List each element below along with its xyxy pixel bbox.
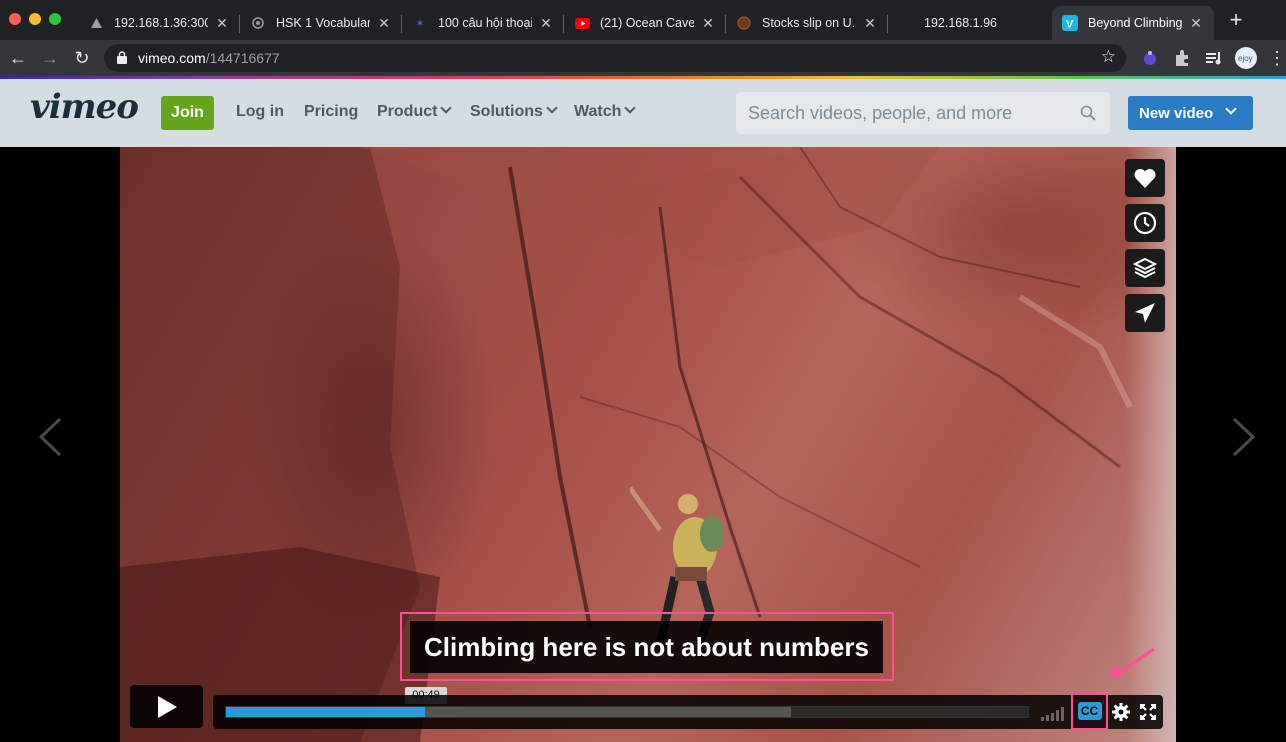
- chevron-down-icon: [440, 102, 453, 114]
- close-icon[interactable]: ✕: [538, 15, 554, 32]
- browser-tab[interactable]: 192.168.1.96 ✕: [888, 6, 1050, 40]
- watch-later-button[interactable]: [1125, 204, 1165, 242]
- chevron-down-icon: [624, 102, 637, 114]
- login-link[interactable]: Log in: [236, 103, 284, 121]
- puzzle-icon[interactable]: [1172, 48, 1192, 68]
- close-icon[interactable]: ✕: [1188, 15, 1204, 32]
- join-button[interactable]: Join: [161, 96, 214, 130]
- triangle-icon: [88, 15, 104, 31]
- search-input[interactable]: [748, 92, 1068, 134]
- paper-plane-icon: [1135, 303, 1155, 323]
- back-arrow-icon[interactable]: ←: [8, 48, 28, 68]
- played-progress: [226, 707, 425, 717]
- player-control-bar: CC: [213, 692, 1163, 730]
- svg-text:V: V: [1066, 19, 1074, 31]
- tab-title: 192.168.1.36:300: [114, 16, 208, 30]
- spiral-icon: [250, 15, 266, 31]
- solutions-menu[interactable]: Solutions: [470, 102, 558, 121]
- share-button[interactable]: [1125, 294, 1165, 332]
- browser-tab[interactable]: ✶ 100 câu hội thoại ✕: [402, 6, 564, 40]
- next-video-arrow-icon[interactable]: [1232, 417, 1256, 457]
- volume-icon[interactable]: [1041, 705, 1067, 721]
- address-bar[interactable]: vimeo.com/144716677 ☆: [104, 44, 1126, 72]
- browser-tab[interactable]: (21) Ocean Cave ✕: [564, 6, 726, 40]
- close-icon[interactable]: ✕: [700, 15, 716, 32]
- play-icon: [157, 695, 177, 718]
- window-minimize-button[interactable]: [29, 13, 41, 25]
- lock-icon: [117, 51, 127, 69]
- product-menu[interactable]: Product: [377, 102, 453, 121]
- layers-icon: [1133, 257, 1157, 279]
- tab-title: 100 câu hội thoại: [438, 16, 532, 30]
- previous-video-arrow-icon[interactable]: [38, 417, 62, 457]
- window-zoom-button[interactable]: [49, 13, 61, 25]
- browser-tab[interactable]: HSK 1 Vocabulary ✕: [240, 6, 402, 40]
- vimeo-logo[interactable]: vimeo: [30, 87, 139, 127]
- close-icon[interactable]: ✕: [214, 15, 230, 32]
- tab-title: Stocks slip on U.S: [762, 16, 856, 30]
- subtitle-caption: Climbing here is not about numbers: [410, 621, 883, 673]
- vimeo-header: vimeo Join Log in Pricing Product Soluti…: [0, 79, 1286, 147]
- browser-tab[interactable]: 192.168.1.36:300 ✕: [78, 6, 240, 40]
- globe-icon: [736, 15, 752, 31]
- heart-icon: [1134, 168, 1156, 188]
- blank-page-icon: [898, 15, 914, 31]
- tab-title: Beyond Climbing: [1088, 16, 1182, 30]
- close-icon[interactable]: ✕: [376, 15, 392, 32]
- caption-highlight: Climbing here is not about numbers: [400, 612, 894, 681]
- star-icon: ✶: [415, 17, 425, 30]
- search-icon[interactable]: [1080, 105, 1096, 126]
- media-queue-icon[interactable]: [1204, 48, 1224, 68]
- pricing-link[interactable]: Pricing: [304, 103, 358, 121]
- window-close-button[interactable]: [9, 13, 21, 25]
- fullscreen-icon[interactable]: [1140, 704, 1156, 720]
- vimeo-icon: V: [1062, 15, 1078, 31]
- tab-title: HSK 1 Vocabulary: [276, 16, 370, 30]
- progress-bar[interactable]: [225, 706, 1029, 718]
- like-button[interactable]: [1125, 159, 1165, 197]
- tab-title: (21) Ocean Cave: [600, 16, 694, 30]
- svg-text:ejoy: ejoy: [1238, 54, 1253, 63]
- annotation-arrow-icon: [1110, 647, 1155, 679]
- cc-highlight: CC: [1071, 692, 1108, 730]
- player-stage: Climbing here is not about numbers 00:49…: [0, 147, 1286, 742]
- close-icon[interactable]: ✕: [862, 15, 878, 32]
- chevron-down-icon: [1225, 103, 1237, 115]
- closed-captions-button[interactable]: CC: [1077, 702, 1102, 720]
- chevron-down-icon: [546, 102, 558, 114]
- collections-button[interactable]: [1125, 249, 1165, 287]
- browser-toolbar: ← → ↻ vimeo.com/144716677 ☆ ejoy ⋮: [0, 40, 1286, 76]
- tab-title: 192.168.1.96: [924, 16, 997, 30]
- new-tab-button[interactable]: +: [1224, 9, 1248, 33]
- gear-icon[interactable]: [1111, 702, 1131, 722]
- youtube-icon: [574, 15, 590, 31]
- url-text: vimeo.com/144716677: [138, 50, 280, 66]
- clock-icon: [1133, 211, 1157, 235]
- browser-tab[interactable]: Stocks slip on U.S ✕: [726, 6, 888, 40]
- more-menu-icon[interactable]: ⋮: [1268, 48, 1286, 68]
- browser-tab-bar: 192.168.1.36:300 ✕ HSK 1 Vocabulary ✕ ✶ …: [0, 0, 1286, 40]
- browser-tab-active[interactable]: V Beyond Climbing ✕: [1052, 6, 1214, 40]
- reload-icon[interactable]: ↻: [72, 48, 92, 68]
- search-box: [736, 92, 1110, 134]
- avatar[interactable]: ejoy: [1234, 46, 1258, 70]
- forward-arrow-icon[interactable]: →: [40, 48, 60, 68]
- new-video-button[interactable]: New video: [1128, 96, 1253, 130]
- extension-icon[interactable]: [1140, 48, 1160, 68]
- watch-menu[interactable]: Watch: [574, 102, 637, 121]
- play-button[interactable]: [130, 685, 203, 728]
- bookmark-star-icon[interactable]: ☆: [1101, 47, 1116, 67]
